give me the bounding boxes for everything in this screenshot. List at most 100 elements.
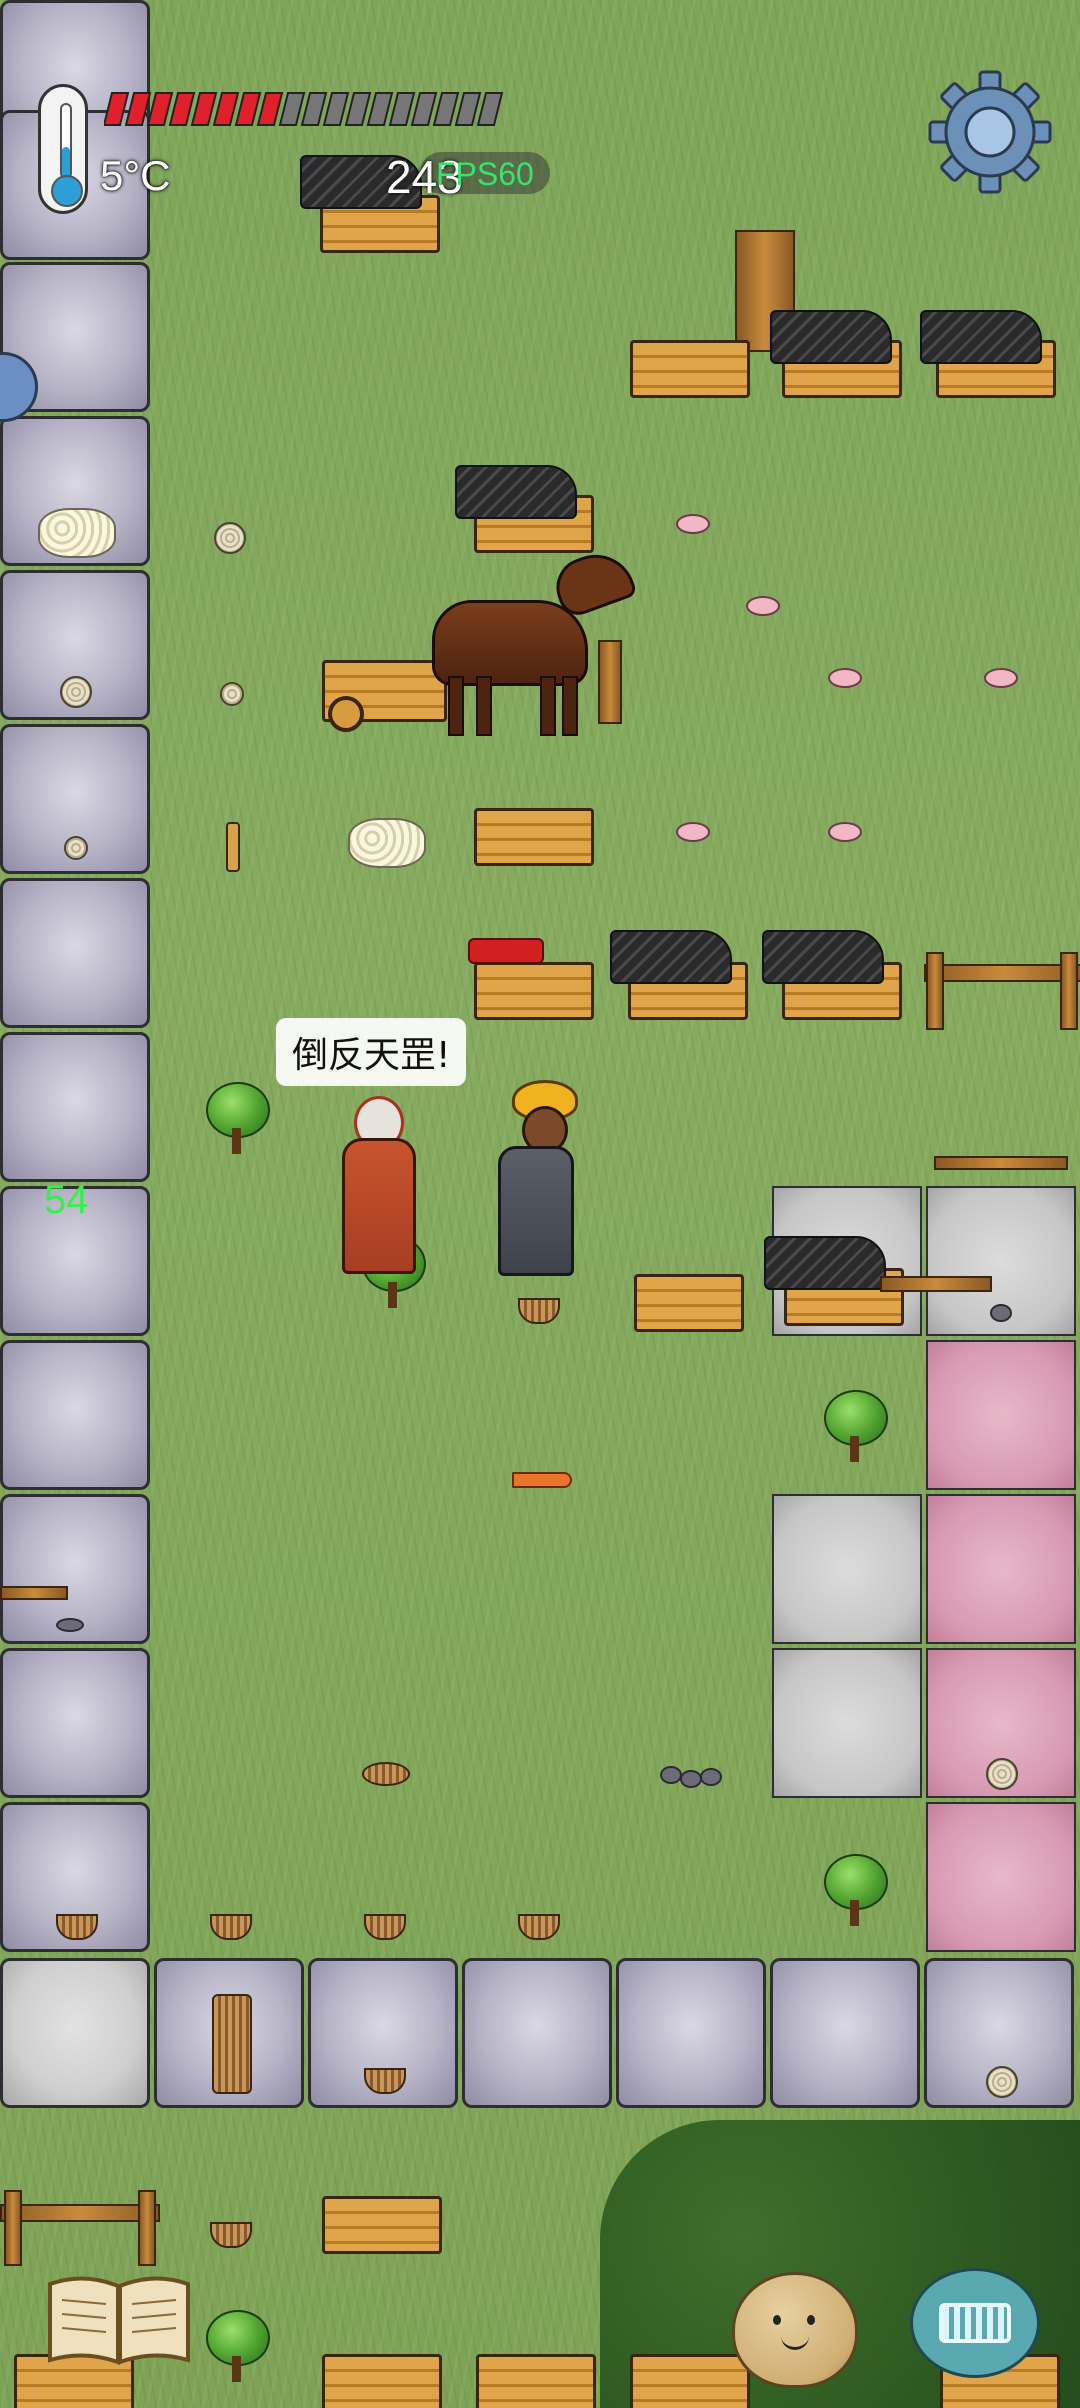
- crate-of-bottles[interactable]: [322, 2354, 442, 2408]
- stone-floor-tile: [0, 878, 150, 1028]
- fence[interactable]: [924, 964, 1080, 982]
- wooden-stick[interactable]: [0, 1586, 68, 1600]
- pig[interactable]: [828, 822, 862, 842]
- hitching-post[interactable]: [598, 640, 622, 724]
- food-segment-filled: [168, 92, 196, 126]
- basket[interactable]: [518, 1298, 560, 1324]
- gear-icon[interactable]: [928, 70, 1052, 194]
- clay-plate[interactable]: [362, 1762, 410, 1786]
- yarn-ball[interactable]: [214, 522, 246, 554]
- yarn-ball[interactable]: [986, 2066, 1018, 2098]
- player-character-elder[interactable]: [336, 1096, 416, 1274]
- stone[interactable]: [700, 1768, 722, 1786]
- yarn-ball[interactable]: [986, 1758, 1018, 1790]
- thermometer-icon: [38, 84, 88, 214]
- food-segment-filled: [256, 92, 284, 126]
- food-segment-empty: [344, 92, 372, 126]
- wooden-crate[interactable]: [476, 2354, 596, 2408]
- food-segment-filled: [212, 92, 240, 126]
- cart-wheel: [328, 696, 364, 732]
- fence-post[interactable]: [4, 2190, 22, 2266]
- food-segment-empty: [278, 92, 306, 126]
- basket[interactable]: [210, 1914, 252, 1940]
- food-segment-empty: [300, 92, 328, 126]
- potato-face-icon[interactable]: [732, 2272, 858, 2388]
- stone-floor-tile: [0, 1032, 150, 1182]
- fence-post[interactable]: [1060, 952, 1078, 1030]
- player-character-straw-hat[interactable]: [490, 1080, 578, 1280]
- wooden-board[interactable]: [880, 1276, 992, 1292]
- yarn-ball[interactable]: [64, 836, 88, 860]
- spindle[interactable]: [226, 822, 240, 872]
- coal-pile[interactable]: [920, 310, 1042, 364]
- keyboard-icon[interactable]: [910, 2268, 1040, 2378]
- speech-bubble: 倒反天罡!: [276, 1018, 467, 1086]
- yarn-ball[interactable]: [60, 676, 92, 708]
- pink-floor-tile: [926, 1340, 1076, 1490]
- age-counter: 54: [44, 1178, 89, 1222]
- food-segment-filled: [102, 92, 130, 126]
- firewood-pile[interactable]: [634, 1274, 744, 1332]
- pink-floor-tile: [926, 1494, 1076, 1644]
- basket[interactable]: [210, 2222, 252, 2248]
- fleece-pile[interactable]: [348, 818, 426, 868]
- flint-chips[interactable]: [56, 1618, 84, 1632]
- stacked-baskets[interactable]: [212, 1994, 252, 2094]
- food-meter: [102, 90, 514, 128]
- fleece-pile[interactable]: [38, 508, 116, 558]
- stone[interactable]: [660, 1766, 682, 1784]
- horse-leg: [476, 676, 492, 736]
- basket[interactable]: [518, 1914, 560, 1940]
- sapling-tree[interactable]: [206, 2310, 270, 2382]
- stone-floor-tile: [0, 1340, 150, 1490]
- sapling-tree[interactable]: [206, 1082, 270, 1154]
- pig[interactable]: [984, 668, 1018, 688]
- wooden-stick[interactable]: [934, 1156, 1068, 1170]
- wooden-crate[interactable]: [630, 2354, 750, 2408]
- coal-pile[interactable]: [610, 930, 732, 984]
- stone-floor-tile: [0, 1648, 150, 1798]
- coal-pile[interactable]: [455, 465, 577, 519]
- food-segment-empty: [454, 92, 482, 126]
- pig[interactable]: [746, 596, 780, 616]
- fence-post[interactable]: [138, 2190, 156, 2266]
- pig[interactable]: [828, 668, 862, 688]
- food-segment-filled: [190, 92, 218, 126]
- gray-floor-tile: [772, 1648, 922, 1798]
- sapling-tree[interactable]: [824, 1390, 888, 1462]
- stone-floor-tile: [770, 1958, 920, 2108]
- wooden-crate[interactable]: [474, 962, 594, 1020]
- stone[interactable]: [990, 1304, 1012, 1322]
- fence[interactable]: [0, 2204, 160, 2222]
- food-segment-empty: [432, 92, 460, 126]
- stone[interactable]: [680, 1770, 702, 1788]
- character-robe: [342, 1138, 416, 1274]
- food-segment-empty: [410, 92, 438, 126]
- game-world[interactable]: [0, 0, 1080, 2408]
- basket[interactable]: [364, 1914, 406, 1940]
- horse[interactable]: [432, 600, 588, 686]
- stone-floor-tile: [616, 1958, 766, 2108]
- pig[interactable]: [676, 514, 710, 534]
- pink-floor-tile: [926, 1802, 1076, 1952]
- yarn-ball[interactable]: [220, 682, 244, 706]
- speech-text: 倒反天罡!: [292, 1035, 451, 1076]
- book-icon[interactable]: [44, 2270, 194, 2370]
- fence-post[interactable]: [926, 952, 944, 1030]
- crate-of-tools[interactable]: [322, 2196, 442, 2254]
- carrot[interactable]: [512, 1472, 572, 1488]
- crate-of-eggs[interactable]: [474, 808, 594, 866]
- sapling-tree[interactable]: [824, 1854, 888, 1926]
- red-berries[interactable]: [468, 938, 544, 964]
- food-segment-empty: [388, 92, 416, 126]
- horse-leg: [540, 676, 556, 736]
- coal-pile[interactable]: [762, 930, 884, 984]
- food-segment-filled: [234, 92, 262, 126]
- pig[interactable]: [676, 822, 710, 842]
- food-segment-filled: [124, 92, 152, 126]
- coal-pile[interactable]: [764, 1236, 886, 1290]
- wooden-crate[interactable]: [630, 340, 750, 398]
- coal-pile[interactable]: [770, 310, 892, 364]
- food-segment-empty: [476, 92, 504, 126]
- horse-leg: [562, 676, 578, 736]
